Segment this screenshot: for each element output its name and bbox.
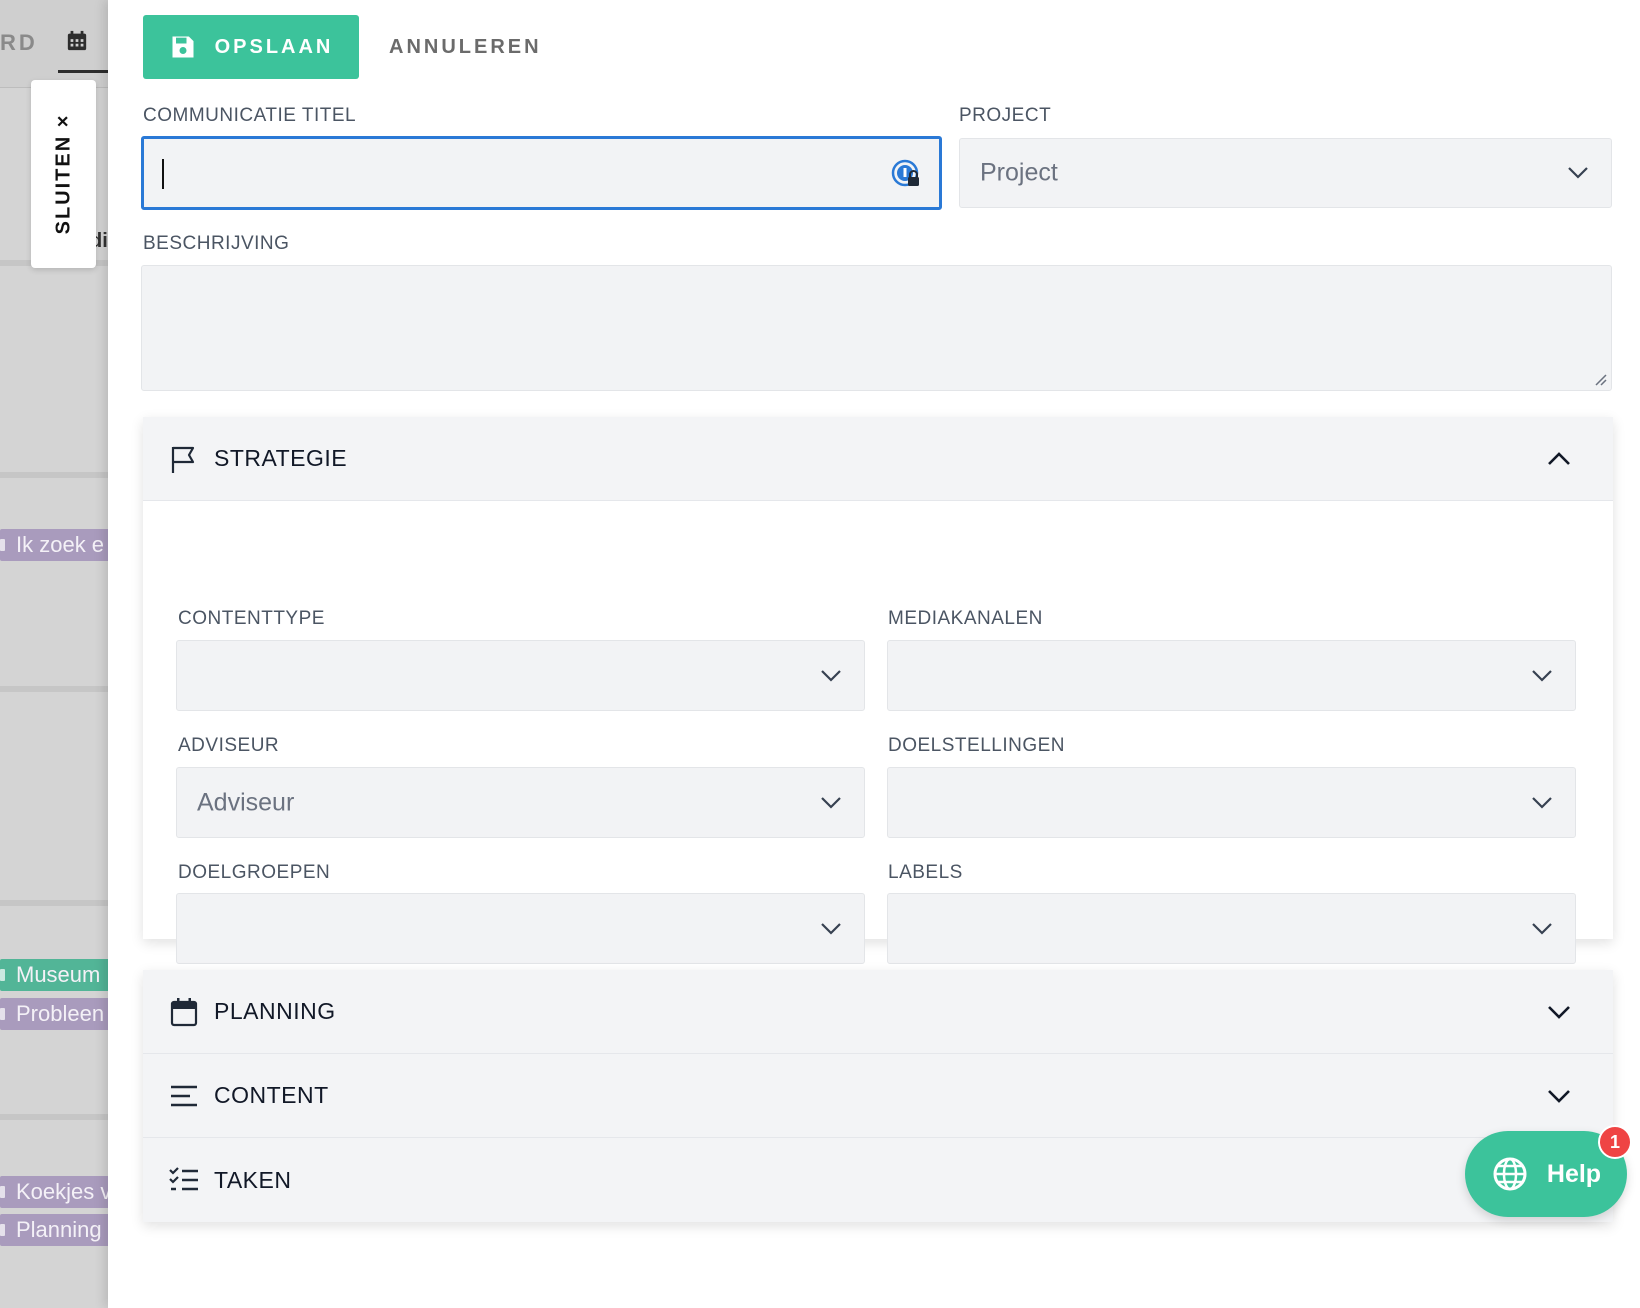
project-select[interactable]: Project <box>959 138 1612 208</box>
chevron-down-icon <box>1532 669 1552 682</box>
contenttype-select[interactable] <box>176 640 865 711</box>
taken-header[interactable]: TAKEN <box>143 1138 1613 1222</box>
save-button-label: OPSLAAN <box>214 35 334 58</box>
description-textarea[interactable] <box>141 265 1612 391</box>
doelgroepen-label: DOELGROEPEN <box>178 862 331 883</box>
adviseur-label: ADVISEUR <box>178 735 280 756</box>
form-toolbar: OPSLAAN ANNULEREN <box>143 15 542 79</box>
background-tab-label: RD <box>0 30 38 55</box>
chevron-down-icon[interactable] <box>1547 1005 1571 1019</box>
doelstellingen-label: DOELSTELLINGEN <box>888 735 1065 756</box>
strategy-title: STRATEGIE <box>214 445 348 471</box>
background-event-chip[interactable]: Museum <box>0 959 110 991</box>
background-divider <box>0 686 110 692</box>
content-title: CONTENT <box>214 1082 329 1108</box>
labels-label: LABELS <box>888 862 963 883</box>
chevron-down-icon <box>1568 167 1588 179</box>
strategy-section: STRATEGIE CONTENTTYPE MEDIAKANALEN ADVIS… <box>143 417 1613 964</box>
project-label: PROJECT <box>959 105 1052 126</box>
doelstellingen-select[interactable] <box>887 767 1576 838</box>
save-button[interactable]: OPSLAAN <box>143 15 359 79</box>
background-event-chip[interactable]: Probleen <box>0 998 110 1030</box>
description-label: BESCHRIJVING <box>143 233 290 254</box>
chevron-down-icon <box>821 796 841 809</box>
chevron-down-icon <box>1532 922 1552 935</box>
title-input[interactable] <box>141 136 942 210</box>
collapsed-sections: PLANNING CONTENT TAKEN <box>143 970 1613 1222</box>
close-drawer-tab[interactable]: SLUITEN × <box>31 80 96 268</box>
checklist-icon <box>169 1167 198 1191</box>
mediakanalen-label: MEDIAKANALEN <box>888 608 1043 629</box>
chevron-down-icon <box>1532 796 1552 809</box>
planning-header[interactable]: PLANNING <box>143 970 1613 1054</box>
help-notification-badge: 1 <box>1598 1125 1632 1159</box>
strategy-header[interactable]: STRATEGIE <box>143 417 1613 501</box>
flag-icon <box>171 446 195 473</box>
communication-drawer: OPSLAAN ANNULEREN COMMUNICATIE TITEL PRO… <box>108 0 1640 1308</box>
adviseur-select[interactable]: Adviseur <box>176 767 865 838</box>
help-button-label: Help <box>1546 1159 1602 1188</box>
chevron-down-icon <box>821 669 841 682</box>
background-event-chip[interactable]: Planning <box>0 1214 110 1246</box>
strategy-body: CONTENTTYPE MEDIAKANALEN ADVISEUR Advise… <box>143 501 1613 964</box>
adviseur-value: Adviseur <box>197 788 295 816</box>
planning-title: PLANNING <box>214 998 336 1024</box>
background-event-chip[interactable]: Ik zoek e <box>0 529 110 561</box>
title-label: COMMUNICATIE TITEL <box>143 105 357 126</box>
globe-icon <box>1493 1157 1527 1191</box>
text-caret <box>162 159 164 189</box>
contenttype-label: CONTENTTYPE <box>178 608 325 629</box>
background-divider <box>0 1114 110 1120</box>
chevron-up-icon[interactable] <box>1547 451 1571 466</box>
resize-handle-icon[interactable] <box>1593 372 1607 386</box>
mediakanalen-select[interactable] <box>887 640 1576 711</box>
taken-title: TAKEN <box>214 1166 292 1193</box>
content-header[interactable]: CONTENT <box>143 1054 1613 1138</box>
save-icon <box>172 36 194 58</box>
chevron-down-icon[interactable] <box>1547 1089 1571 1103</box>
password-manager-icon[interactable] <box>891 159 921 189</box>
align-left-icon <box>171 1085 197 1106</box>
cancel-button[interactable]: ANNULEREN <box>389 36 542 59</box>
doelgroepen-select[interactable] <box>176 893 865 964</box>
background-divider <box>0 472 110 478</box>
labels-select[interactable] <box>887 893 1576 964</box>
background-topbar: RD <box>0 0 110 88</box>
chevron-down-icon <box>821 922 841 935</box>
calendar-icon <box>67 30 87 51</box>
background-divider <box>0 900 110 906</box>
project-select-value: Project <box>980 158 1058 187</box>
close-drawer-label: SLUITEN × <box>52 113 74 235</box>
background-event-chip[interactable]: Koekjes v <box>0 1176 110 1208</box>
calendar-icon <box>170 997 198 1026</box>
background-tab-underline <box>58 70 110 73</box>
